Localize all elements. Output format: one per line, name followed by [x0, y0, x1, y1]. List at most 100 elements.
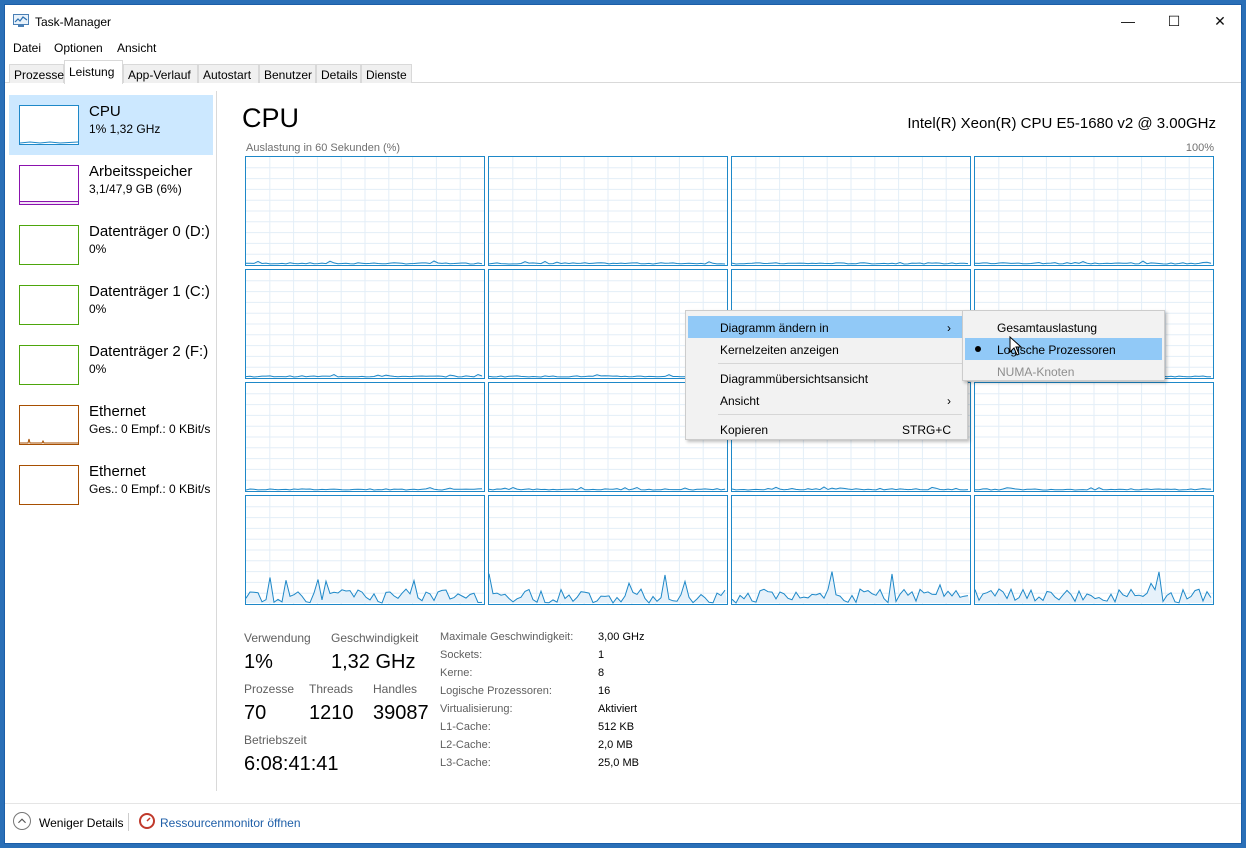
graph-line — [245, 373, 483, 378]
logical-processor-graph[interactable] — [731, 495, 972, 606]
detail-label: Kerne: — [440, 667, 473, 679]
menu-separator — [718, 363, 962, 364]
menu-item-view[interactable]: Ansicht › — [688, 389, 965, 411]
sidebar-item-value: 0% — [89, 242, 107, 256]
detail-value: 2,0 MB — [598, 739, 633, 751]
menu-item-kernel-times[interactable]: Kernelzeiten anzeigen — [688, 338, 965, 360]
sidebar-item-ethernet-1[interactable]: Ethernet Ges.: 0 Empf.: 0 KBit/s — [9, 395, 213, 455]
chevron-right-icon: › — [947, 321, 951, 335]
sidebar-item-label: Ethernet — [89, 403, 146, 420]
graph-canvas — [974, 157, 1215, 267]
logical-processor-graph[interactable] — [731, 156, 972, 267]
graph-canvas — [731, 157, 972, 267]
graph-canvas — [245, 270, 486, 380]
footer-divider — [128, 813, 129, 831]
menu-item-change-graph[interactable]: Diagramm ändern in › — [688, 316, 965, 338]
tab-dienste[interactable]: Dienste — [361, 64, 412, 83]
logical-processor-graph[interactable] — [245, 495, 486, 606]
mouse-pointer-icon — [1009, 336, 1023, 356]
graph-canvas — [488, 496, 729, 606]
chevron-up-icon[interactable] — [13, 812, 31, 830]
sidebar-item-value: Ges.: 0 Empf.: 0 KBit/s — [89, 482, 211, 496]
usage-label: Verwendung — [244, 631, 311, 645]
sidebar-item-disk-1[interactable]: Datenträger 1 (C:) 0% — [9, 275, 213, 335]
minimize-button[interactable]: — — [1105, 5, 1151, 37]
menu-ansicht[interactable]: Ansicht — [117, 41, 156, 55]
processes-label: Prozesse — [244, 682, 295, 696]
sidebar-item-label: Ethernet — [89, 463, 146, 480]
detail-label: Logische Prozessoren: — [440, 685, 552, 697]
menu-item-label: NUMA-Knoten — [997, 365, 1075, 379]
title-bar[interactable]: Task-Manager — ☐ ✕ — [5, 5, 1241, 37]
sidebar-item-ethernet-2[interactable]: Ethernet Ges.: 0 Empf.: 0 KBit/s — [9, 455, 213, 515]
submenu-item-overall[interactable]: Gesamtauslastung — [965, 316, 1162, 338]
tab-details[interactable]: Details — [316, 64, 361, 83]
logical-processor-graph[interactable] — [245, 382, 486, 493]
thumbnail-line — [20, 141, 78, 144]
menu-datei[interactable]: Datei — [13, 41, 41, 55]
logical-processor-graph[interactable] — [488, 495, 729, 606]
graph-canvas — [245, 383, 486, 493]
logical-processor-graph[interactable] — [974, 382, 1215, 493]
sidebar-item-disk-2[interactable]: Datenträger 2 (F:) 0% — [9, 335, 213, 395]
sidebar-item-value: 0% — [89, 302, 107, 316]
threads-value: 1210 — [309, 702, 354, 724]
fewer-details-button[interactable]: Weniger Details — [39, 816, 123, 830]
sidebar-item-value: 1% 1,32 GHz — [89, 122, 161, 136]
selected-bullet-icon — [975, 346, 981, 352]
detail-label: Maximale Geschwindigkeit: — [440, 631, 574, 643]
menu-item-label: Ansicht — [720, 394, 760, 408]
detail-value: 1 — [598, 649, 605, 661]
tab-app-verlauf[interactable]: App-Verlauf — [123, 64, 198, 83]
logical-processor-graph[interactable] — [488, 156, 729, 267]
logical-processor-graph[interactable] — [245, 269, 486, 380]
cpu-model-name: Intel(R) Xeon(R) CPU E5-1680 v2 @ 3.00GH… — [907, 115, 1216, 132]
sidebar-item-disk-0[interactable]: Datenträger 0 (D:) 0% — [9, 215, 213, 275]
context-menu: Diagramm ändern in › Kernelzeiten anzeig… — [685, 310, 968, 440]
open-resource-monitor-link[interactable]: Ressourcenmonitor öffnen — [160, 816, 301, 830]
detail-label: L1-Cache: — [440, 721, 491, 733]
cpu-thumbnail — [19, 105, 79, 145]
processes-value: 70 — [244, 702, 267, 724]
detail-label: Virtualisierung: — [440, 703, 513, 715]
uptime-label: Betriebszeit — [244, 733, 307, 747]
speed-label: Geschwindigkeit — [331, 631, 419, 645]
tab-benutzer[interactable]: Benutzer — [259, 64, 316, 83]
resource-monitor-icon — [139, 813, 155, 829]
menu-optionen[interactable]: Optionen — [54, 41, 103, 55]
graph-canvas — [974, 383, 1215, 493]
menu-item-copy[interactable]: Kopieren STRG+C — [688, 418, 965, 440]
chart-max-label: 100% — [1185, 142, 1214, 154]
submenu-item-logical[interactable]: Logische Prozessoren — [965, 338, 1162, 360]
sidebar-item-value: 3,1/47,9 GB (6%) — [89, 182, 182, 196]
tab-leistung[interactable]: Leistung — [64, 60, 123, 84]
submenu-item-numa: NUMA-Knoten — [965, 360, 1162, 382]
graph-line — [974, 260, 1212, 265]
cpu-thumbnail-trace — [20, 141, 78, 144]
logical-processor-graph[interactable] — [974, 495, 1215, 606]
tab-prozesse[interactable]: Prozesse — [9, 64, 64, 83]
graph-canvas — [488, 157, 729, 267]
speed-value: 1,32 GHz — [331, 651, 416, 673]
sidebar-item-value: 0% — [89, 362, 107, 376]
detail-label: L3-Cache: — [440, 757, 491, 769]
menu-item-label: Gesamtauslastung — [997, 321, 1098, 335]
sidebar-item-label: Datenträger 2 (F:) — [89, 343, 209, 360]
ethernet-2-thumbnail — [19, 465, 79, 505]
sidebar-item-cpu[interactable]: CPU 1% 1,32 GHz — [9, 95, 213, 155]
graph-canvas — [731, 496, 972, 606]
disk-1-thumbnail — [19, 285, 79, 325]
sidebar-item-memory[interactable]: Arbeitsspeicher 3,1/47,9 GB (6%) — [9, 155, 213, 215]
close-button[interactable]: ✕ — [1197, 5, 1243, 37]
handles-value: 39087 — [373, 702, 429, 724]
sidebar-item-label: CPU — [89, 103, 121, 120]
logical-processor-graph[interactable] — [974, 156, 1215, 267]
menu-item-label: Diagramm ändern in — [720, 321, 829, 335]
logical-processor-graph[interactable] — [245, 156, 486, 267]
maximize-button[interactable]: ☐ — [1151, 5, 1197, 37]
task-manager-window: Task-Manager — ☐ ✕ Datei Optionen Ansich… — [4, 4, 1242, 844]
menu-item-label: Kernelzeiten anzeigen — [720, 343, 839, 357]
menu-item-summary-view[interactable]: Diagrammübersichtsansicht — [688, 367, 965, 389]
detail-value: Aktiviert — [598, 703, 638, 715]
tab-autostart[interactable]: Autostart — [198, 64, 259, 83]
